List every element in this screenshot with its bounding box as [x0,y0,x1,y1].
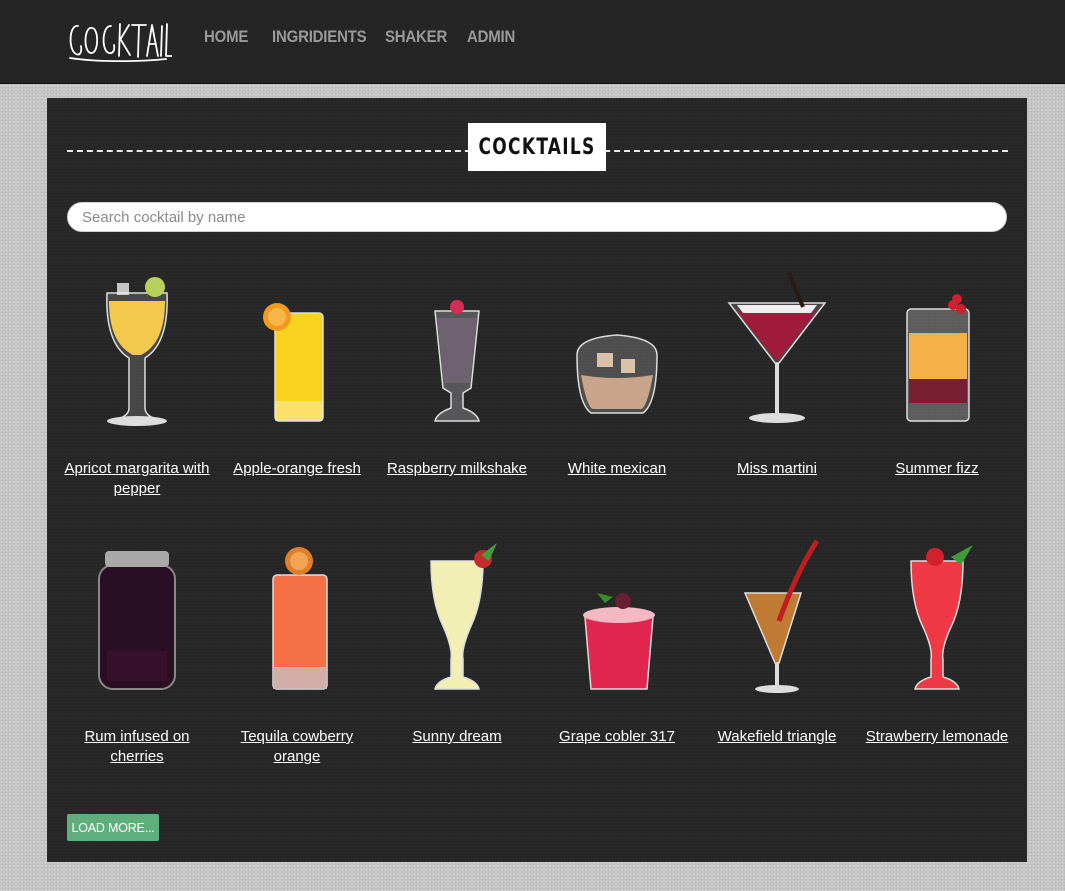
martini-glass-icon[interactable] [717,253,837,443]
cocktail-card[interactable]: Raspberry milkshake [377,253,537,503]
cocktail-name-link[interactable]: Wakefield triangle [697,727,857,747]
highball-glass-orange-icon[interactable] [237,253,357,443]
nav-ingridients[interactable]: INGRIDIENTS [272,26,371,48]
cobbler-glass-icon[interactable] [557,521,677,711]
cocktail-name-link[interactable]: Raspberry milkshake [377,459,537,479]
nav-home[interactable]: HOME [204,26,264,48]
cocktail-card[interactable]: Wakefield triangle [697,521,857,771]
cocktail-name-link[interactable]: White mexican [537,459,697,479]
cocktail-card[interactable]: Apple-orange fresh [217,253,377,503]
tulip-glass-yellow-icon[interactable] [77,253,197,443]
search-input[interactable] [67,202,1007,232]
section-title-box: COCKTAILS [468,123,606,171]
hurricane-glass-cream-icon[interactable] [397,521,517,711]
cocktails-panel: COCKTAILS Apricot margarita with pepper … [47,98,1027,862]
cocktail-name-link[interactable]: Tequila cowberry orange [217,727,377,767]
cocktail-name-link[interactable]: Rum infused on cherries [57,727,217,767]
cocktail-name-link[interactable]: Strawberry lemonade [857,727,1017,747]
cocktail-card[interactable]: Tequila cowberry orange [217,521,377,771]
nav-shaker[interactable]: SHAKER [385,26,457,48]
load-more-button[interactable]: LOAD MORE... [67,814,159,841]
nav-admin[interactable]: ADMIN [467,26,520,48]
cone-glass-icon[interactable] [717,521,837,711]
milkshake-glass-icon[interactable] [397,253,517,443]
cocktail-logo[interactable] [66,16,172,64]
highball-glass-red-icon[interactable] [237,521,357,711]
cocktail-name-link[interactable]: Summer fizz [857,459,1017,479]
cocktail-name-link[interactable]: Sunny dream [377,727,537,747]
layered-glass-icon[interactable] [877,253,997,443]
cocktail-card[interactable]: Rum infused on cherries [57,521,217,771]
cocktail-card[interactable]: White mexican [537,253,697,503]
jar-icon[interactable] [77,521,197,711]
cocktail-card[interactable]: Apricot margarita with pepper [57,253,217,503]
cocktail-name-link[interactable]: Miss martini [697,459,857,479]
cocktail-card[interactable]: Grape cobler 317 [537,521,697,771]
main-nav: HOME INGRIDIENTS SHAKER ADMIN [204,26,527,48]
top-navigation-bar: HOME INGRIDIENTS SHAKER ADMIN [0,0,1065,83]
cocktail-name-link[interactable]: Apricot margarita with pepper [57,459,217,499]
cocktail-card[interactable]: Sunny dream [377,521,537,771]
cocktail-card[interactable]: Strawberry lemonade [857,521,1017,771]
cocktail-card[interactable]: Summer fizz [857,253,1017,503]
cocktail-name-link[interactable]: Apple-orange fresh [217,459,377,479]
rocks-glass-icon[interactable] [557,253,677,443]
cocktail-card[interactable]: Miss martini [697,253,857,503]
cocktail-name-link[interactable]: Grape cobler 317 [537,727,697,747]
page-title: COCKTAILS [478,134,596,160]
hurricane-glass-red-icon[interactable] [877,521,997,711]
